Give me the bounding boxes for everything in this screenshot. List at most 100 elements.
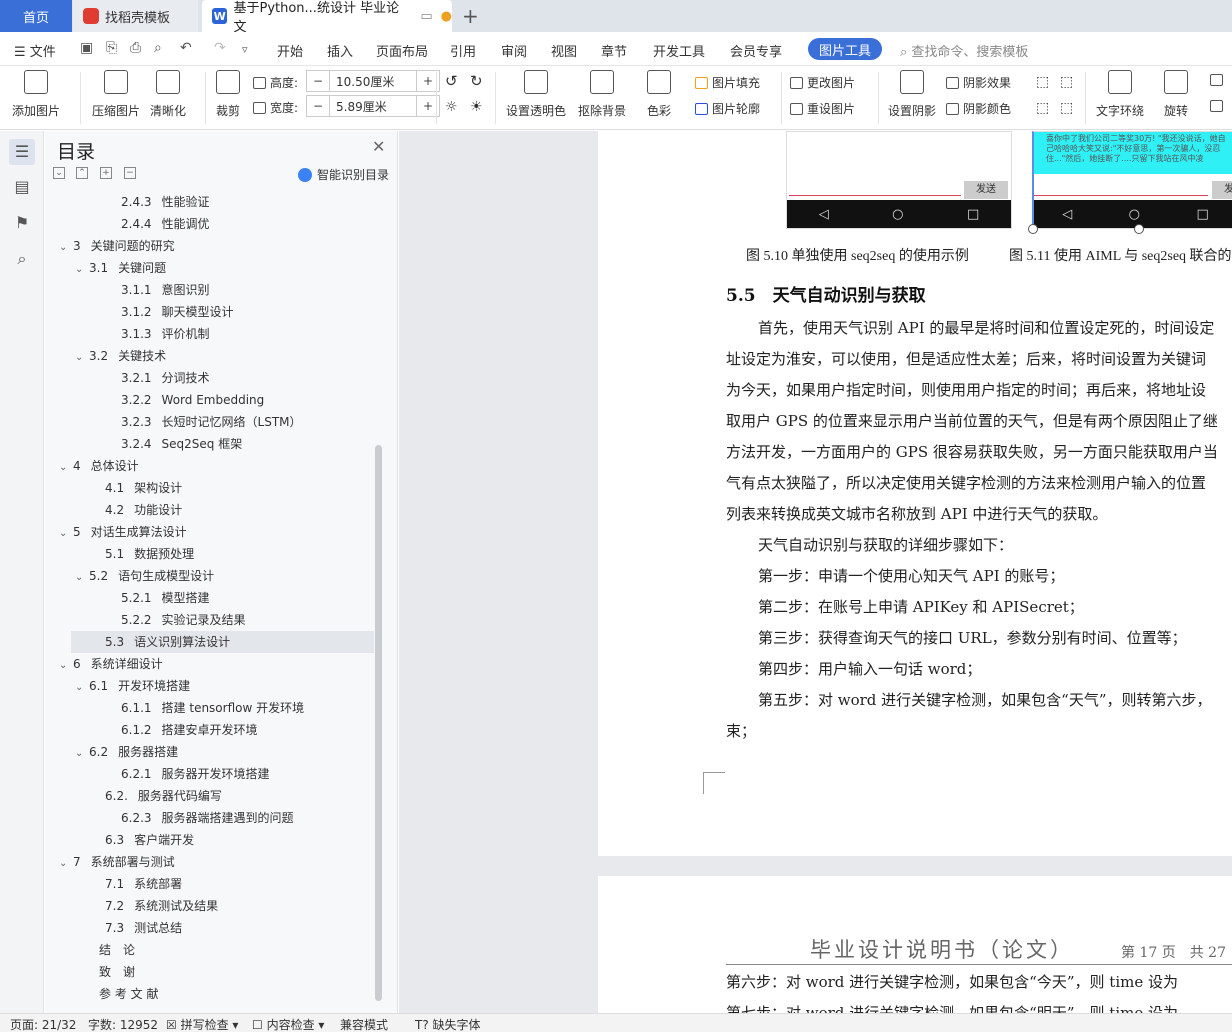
- toc-item[interactable]: 结 论: [45, 939, 375, 961]
- height-value[interactable]: 10.50厘米: [329, 71, 417, 91]
- toc-item[interactable]: 2.4.3 性能验证: [45, 191, 375, 213]
- change-picture-button[interactable]: 更改图片: [790, 74, 855, 91]
- picture-fill-button[interactable]: 图片填充: [695, 74, 760, 91]
- toc-item[interactable]: 6.1.2 搭建安卓开发环境: [45, 719, 375, 741]
- toc-item[interactable]: 6.1.1 搭建 tensorflow 开发环境: [45, 697, 375, 719]
- toc-item[interactable]: 6.2. 服务器代码编写: [45, 785, 375, 807]
- brightness-down-icon[interactable]: ☀: [470, 99, 483, 115]
- resize-handle[interactable]: [1028, 224, 1038, 234]
- rotate-button[interactable]: 旋转: [1164, 70, 1188, 119]
- toc-item[interactable]: ⌄ 7 系统部署与测试: [45, 851, 375, 873]
- rotate-right-icon[interactable]: ↻: [470, 72, 483, 90]
- toc-item[interactable]: 6.2.1 服务器开发环境搭建: [45, 763, 375, 785]
- page-indicator[interactable]: 页面: 21/32: [10, 1016, 76, 1033]
- figure-5-10-image[interactable]: 发送 ◁ ○ □: [786, 131, 1012, 229]
- toc-item[interactable]: 2.4.4 性能调优: [45, 213, 375, 235]
- redo-icon[interactable]: ↷: [214, 40, 226, 56]
- toc-item[interactable]: ⌄ 6.1 开发环境搭建: [45, 675, 375, 697]
- menu-developer[interactable]: 开发工具: [653, 41, 705, 60]
- chevron-down-icon[interactable]: ⌄: [75, 743, 89, 765]
- menu-file[interactable]: ☰ 文件: [14, 41, 56, 60]
- toc-item[interactable]: 3.2.1 分词技术: [45, 367, 375, 389]
- menu-insert[interactable]: 插入: [327, 41, 353, 60]
- toc-item[interactable]: ⌄ 5 对话生成算法设计: [45, 521, 375, 543]
- toc-item[interactable]: 7.1 系统部署: [45, 873, 375, 895]
- find-icon[interactable]: ⌕: [12, 249, 32, 269]
- group-icon[interactable]: [1210, 100, 1227, 112]
- bookmark-icon[interactable]: ⚑: [12, 213, 32, 233]
- width-stepper[interactable]: −5.89厘米 +: [306, 95, 440, 117]
- remove-heading-icon[interactable]: −: [124, 167, 136, 179]
- command-search[interactable]: ⌕ 查找命令、搜索模板: [900, 41, 1028, 60]
- toc-item[interactable]: 参 考 文 献: [45, 983, 375, 1005]
- chevron-down-icon[interactable]: ⌄: [59, 523, 73, 545]
- chevron-down-icon[interactable]: ⌄: [75, 677, 89, 699]
- set-transparent-button[interactable]: 设置透明色: [506, 70, 566, 119]
- color-button[interactable]: 色彩: [647, 70, 671, 119]
- resize-handle[interactable]: [1134, 224, 1144, 234]
- set-shadow-button[interactable]: 设置阴影: [888, 70, 936, 119]
- toc-item[interactable]: ⌄ 4 总体设计: [45, 455, 375, 477]
- menu-review[interactable]: 审阅: [501, 41, 527, 60]
- toc-item[interactable]: 3.1.1 意图识别: [45, 279, 375, 301]
- toc-item[interactable]: ⌄ 3.2 关键技术: [45, 345, 375, 367]
- width-value[interactable]: 5.89厘米: [329, 96, 417, 116]
- spell-check-button[interactable]: ☒ 拼写检查 ▾: [166, 1016, 238, 1033]
- toc-item[interactable]: 6.3 客户端开发: [45, 829, 375, 851]
- toc-item[interactable]: 4.1 架构设计: [45, 477, 375, 499]
- chevron-down-icon[interactable]: ⌄: [59, 655, 73, 677]
- compress-picture-button[interactable]: 压缩图片: [92, 70, 140, 119]
- toc-panel-icon[interactable]: ☰: [9, 139, 35, 165]
- quick-access-dropdown-icon[interactable]: ▿: [242, 43, 248, 56]
- toc-item[interactable]: 6.2.3 服务器端搭建遇到的问题: [45, 807, 375, 829]
- content-check-button[interactable]: ☐ 内容检查 ▾: [252, 1016, 324, 1033]
- tab-draft-templates[interactable]: 找稻壳模板: [73, 0, 198, 32]
- toc-item[interactable]: 5.1 数据预处理: [45, 543, 375, 565]
- sharpen-button[interactable]: 清晰化: [150, 70, 186, 119]
- brightness-up-icon[interactable]: ☼: [445, 99, 458, 115]
- toc-item[interactable]: 3.2.4 Seq2Seq 框架: [45, 433, 375, 455]
- chevron-down-icon[interactable]: ⌄: [59, 853, 73, 875]
- chevron-down-icon[interactable]: ⌄: [75, 347, 89, 369]
- undo-icon[interactable]: ↶: [180, 40, 192, 56]
- toc-item[interactable]: ⌄ 5.2 语句生成模型设计: [45, 565, 375, 587]
- figure-5-11-image[interactable]: 喜你中了我们公司二等奖30万! "我还没说话，她自己哈哈哈大笑又说:"不好意思，…: [1028, 131, 1232, 234]
- expand-all-icon[interactable]: ⌃: [76, 167, 88, 179]
- menu-member[interactable]: 会员专享: [730, 41, 782, 60]
- chevron-down-icon[interactable]: ⌄: [59, 237, 73, 259]
- shadow-up-icon[interactable]: ⬚: [1036, 74, 1049, 90]
- menu-reference[interactable]: 引用: [450, 41, 476, 60]
- text-wrap-button[interactable]: 文字环绕: [1096, 70, 1144, 119]
- add-heading-icon[interactable]: +: [100, 167, 112, 179]
- shadow-left-icon[interactable]: ⬚: [1036, 100, 1049, 116]
- width-decrease-button[interactable]: −: [307, 99, 329, 113]
- shadow-down-icon[interactable]: ⬚: [1060, 74, 1073, 90]
- print-icon[interactable]: ⎙: [130, 40, 141, 56]
- toc-item[interactable]: 5.3 语义识别算法设计: [71, 631, 374, 653]
- toc-item[interactable]: 3.2.3 长短时记忆网络（LSTM）: [45, 411, 375, 433]
- picture-outline-button[interactable]: 图片轮廓: [695, 100, 760, 117]
- toc-item[interactable]: 4.2 功能设计: [45, 499, 375, 521]
- menu-view[interactable]: 视图: [551, 41, 577, 60]
- tab-window-icon[interactable]: ▭: [420, 9, 432, 24]
- collapse-all-icon[interactable]: ⌄: [53, 167, 65, 179]
- toc-item[interactable]: 7.2 系统测试及结果: [45, 895, 375, 917]
- toc-item[interactable]: 致 谢: [45, 961, 375, 983]
- toc-item[interactable]: 3.1.2 聊天模型设计: [45, 301, 375, 323]
- add-picture-button[interactable]: 添加图片: [12, 70, 60, 119]
- toc-item[interactable]: 7.3 测试总结: [45, 917, 375, 939]
- menu-page-layout[interactable]: 页面布局: [376, 41, 428, 60]
- toc-item[interactable]: ⌄ 6 系统详细设计: [45, 653, 375, 675]
- tab-document[interactable]: W 基于Python...统设计 毕业论文 ▭ ●: [202, 0, 452, 35]
- crop-button[interactable]: 裁剪: [216, 70, 240, 119]
- export-icon[interactable]: ⎘: [106, 40, 117, 56]
- shadow-color-button[interactable]: 阴影颜色: [946, 100, 1011, 117]
- tab-picture-tools[interactable]: 图片工具: [808, 38, 882, 60]
- toc-scrollbar[interactable]: [375, 445, 382, 1001]
- menu-chapter[interactable]: 章节: [601, 41, 627, 60]
- word-count[interactable]: 字数: 12952: [88, 1016, 158, 1033]
- toc-item[interactable]: ⌄ 3.1 关键问题: [45, 257, 375, 279]
- chapter-nav-icon[interactable]: ▤: [12, 177, 32, 197]
- chevron-down-icon[interactable]: ⌄: [75, 259, 89, 281]
- toc-item[interactable]: 3.2.2 Word Embedding: [45, 389, 375, 411]
